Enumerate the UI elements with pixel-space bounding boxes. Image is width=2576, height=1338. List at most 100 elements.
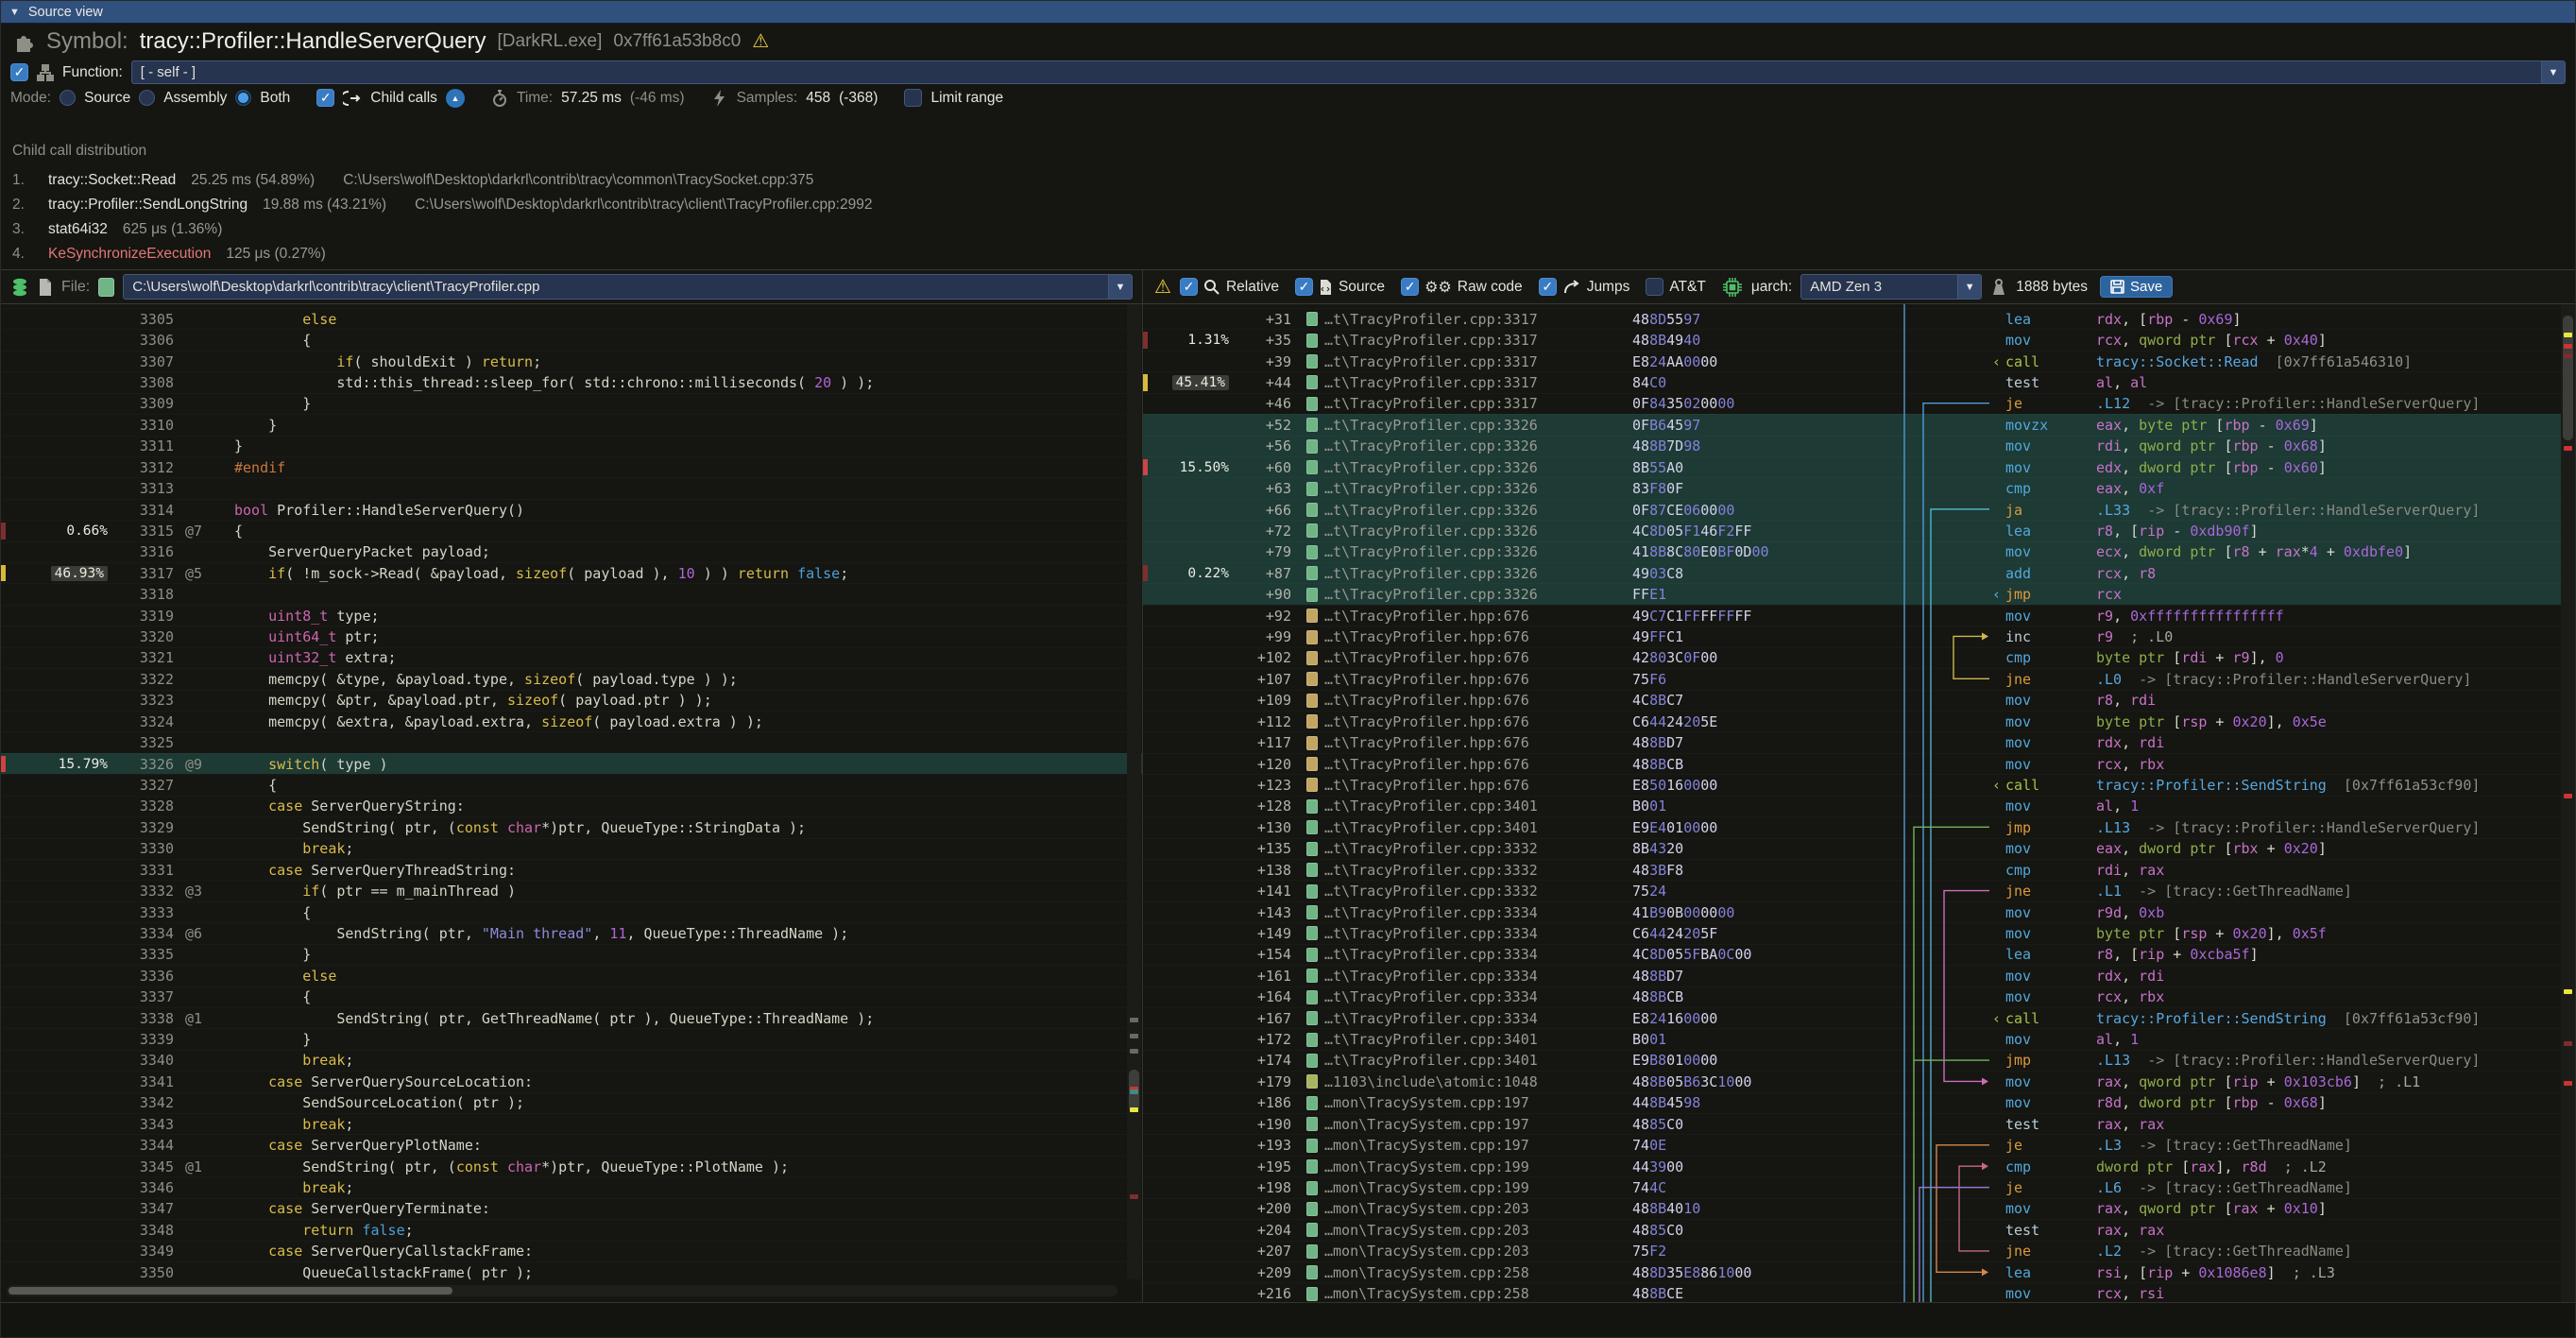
raw-code-label[interactable]: Raw code [1458, 279, 1523, 296]
asm-row[interactable]: +200…mon\TracySystem.cpp:203488B4010movr… [1143, 1198, 2575, 1219]
asm-file-ref[interactable]: …t\TracyProfiler.cpp:3317 [1291, 332, 1632, 349]
asm-file-ref[interactable]: …t\TracyProfiler.hpp:676 [1291, 608, 1632, 625]
source-line-row[interactable]: 3345@1 SendString( ptr, (const char*)ptr… [1, 1156, 1142, 1176]
asm-file-ref[interactable]: …mon\TracySystem.cpp:199 [1291, 1158, 1632, 1175]
database-icon[interactable] [10, 277, 29, 298]
source-line-row[interactable]: 3350 QueueCallstackFrame( ptr ); [1, 1261, 1142, 1282]
relative-checkbox[interactable]: ✓ [1180, 278, 1198, 296]
asm-file-ref[interactable]: …1103\include\atomic:1048 [1291, 1073, 1632, 1090]
source-line-row[interactable]: 3328 case ServerQueryString: [1, 796, 1142, 816]
radio-both[interactable] [235, 90, 251, 106]
source-line-row[interactable]: 3330 break; [1, 838, 1142, 859]
source-line-row[interactable]: 3310 } [1, 414, 1142, 435]
source-line-row[interactable]: 3305 else [1, 308, 1142, 329]
asm-row[interactable]: +135…t\TracyProfiler.cpp:33328B4320movea… [1143, 838, 2575, 859]
asm-row[interactable]: +52…t\TracyProfiler.cpp:33260FB64597movz… [1143, 414, 2575, 435]
source-line-row[interactable]: 3346 break; [1, 1176, 1142, 1197]
source-line-row[interactable]: 3322 memcpy( &type, &payload.type, sizeo… [1, 668, 1142, 689]
asm-file-ref[interactable]: …t\TracyProfiler.cpp:3332 [1291, 862, 1632, 879]
asm-row[interactable]: +117…t\TracyProfiler.hpp:676488BD7movrdx… [1143, 731, 2575, 752]
asm-row[interactable]: +141…t\TracyProfiler.cpp:33327524jne.L1 … [1143, 880, 2575, 901]
asm-file-ref[interactable]: …t\TracyProfiler.cpp:3334 [1291, 988, 1632, 1005]
collapse-up-button[interactable]: ▲ [446, 89, 465, 108]
chevron-down-icon[interactable]: ▼ [1108, 275, 1132, 299]
asm-row[interactable]: +174…t\TracyProfiler.cpp:3401E9B8010000j… [1143, 1050, 2575, 1071]
asm-row[interactable]: 15.50%+60…t\TracyProfiler.cpp:33268B55A0… [1143, 456, 2575, 477]
source-line-row[interactable]: 3339 } [1, 1028, 1142, 1049]
asm-row[interactable]: 1.31%+35…t\TracyProfiler.cpp:3317488B494… [1143, 329, 2575, 350]
asm-row[interactable]: +216…mon\TracySystem.cpp:258488BCEmovrcx… [1143, 1282, 2575, 1302]
source-line-row[interactable]: 3325 [1, 731, 1142, 752]
asm-file-ref[interactable]: …t\TracyProfiler.cpp:3332 [1291, 883, 1632, 900]
source-line-row[interactable]: 46.93%3317@5 if( !m_sock->Read( &payload… [1, 562, 1142, 583]
asm-row[interactable]: +39…t\TracyProfiler.cpp:3317E824AA0000‹c… [1143, 351, 2575, 371]
asm-file-ref[interactable]: …t\TracyProfiler.cpp:3401 [1291, 819, 1632, 836]
function-checkbox[interactable]: ✓ [10, 63, 28, 81]
asm-file-ref[interactable]: …t\TracyProfiler.cpp:3317 [1291, 395, 1632, 412]
asm-row[interactable]: +149…t\TracyProfiler.cpp:3334C64424205Fm… [1143, 922, 2575, 943]
asm-row[interactable]: +72…t\TracyProfiler.cpp:33264C8D05F146F2… [1143, 520, 2575, 540]
asm-file-ref[interactable]: …t\TracyProfiler.cpp:3334 [1291, 925, 1632, 942]
collapse-icon[interactable]: ▼ [9, 7, 20, 18]
source-line-row[interactable]: 3323 memcpy( &ptr, &payload.ptr, sizeof(… [1, 690, 1142, 711]
asm-file-ref[interactable]: …t\TracyProfiler.hpp:676 [1291, 628, 1632, 645]
source-line-row[interactable]: 3318 [1, 583, 1142, 604]
limit-range-label[interactable]: Limit range [930, 90, 1003, 107]
source-line-row[interactable]: 0.66%3315@7{ [1, 520, 1142, 540]
horizontal-scrollbar[interactable] [7, 1285, 1117, 1296]
asm-row[interactable]: +31…t\TracyProfiler.cpp:3317488D5597lear… [1143, 308, 2575, 329]
chevron-down-icon[interactable]: ▼ [1957, 275, 1981, 299]
source-line-row[interactable]: 3334@6 SendString( ptr, "Main thread", 1… [1, 922, 1142, 943]
source-line-row[interactable]: 3311} [1, 436, 1142, 456]
asm-file-ref[interactable]: …t\TracyProfiler.cpp:3401 [1291, 1031, 1632, 1048]
source-line-row[interactable]: 3327 { [1, 774, 1142, 795]
asm-file-ref[interactable]: …t\TracyProfiler.cpp:3326 [1291, 437, 1632, 455]
asm-file-ref[interactable]: …t\TracyProfiler.cpp:3334 [1291, 1010, 1632, 1027]
distribution-item[interactable]: 3.stat64i32625 μs (1.36%) [12, 217, 2564, 242]
source-line-row[interactable]: 3344 case ServerQueryPlotName: [1, 1134, 1142, 1155]
source-line-row[interactable]: 3348 return false; [1, 1219, 1142, 1240]
asm-row[interactable]: +143…t\TracyProfiler.cpp:333441B90B00000… [1143, 901, 2575, 922]
asm-row[interactable]: +190…mon\TracySystem.cpp:1974885C0testra… [1143, 1113, 2575, 1134]
asm-file-ref[interactable]: …t\TracyProfiler.cpp:3326 [1291, 565, 1632, 582]
relative-label[interactable]: Relative [1226, 279, 1279, 296]
radio-source-label[interactable]: Source [84, 90, 130, 107]
asm-file-ref[interactable]: …mon\TracySystem.cpp:197 [1291, 1137, 1632, 1154]
source-line-row[interactable]: 3337 { [1, 986, 1142, 1007]
asm-file-ref[interactable]: …t\TracyProfiler.hpp:676 [1291, 777, 1632, 794]
source-line-row[interactable]: 3314bool Profiler::HandleServerQuery() [1, 499, 1142, 520]
asm-row[interactable]: +66…t\TracyProfiler.cpp:33260F87CE060000… [1143, 499, 2575, 520]
asm-row[interactable]: +154…t\TracyProfiler.cpp:33344C8D055FBA0… [1143, 944, 2575, 965]
radio-both-label[interactable]: Both [260, 90, 290, 107]
asm-file-ref[interactable]: …t\TracyProfiler.cpp:3326 [1291, 502, 1632, 519]
asm-file-ref[interactable]: …mon\TracySystem.cpp:199 [1291, 1179, 1632, 1196]
asm-file-ref[interactable]: …t\TracyProfiler.cpp:3326 [1291, 586, 1632, 603]
asm-file-ref[interactable]: …mon\TracySystem.cpp:197 [1291, 1094, 1632, 1111]
asm-file-ref[interactable]: …t\TracyProfiler.cpp:3334 [1291, 968, 1632, 985]
asm-row[interactable]: +63…t\TracyProfiler.cpp:332683F80Fcmpeax… [1143, 477, 2575, 498]
source-line-row[interactable]: 3313 [1, 477, 1142, 498]
source-line-row[interactable]: 3319 uint8_t type; [1, 605, 1142, 626]
uarch-select[interactable]: AMD Zen 3 ▼ [1800, 274, 1982, 300]
asm-file-ref[interactable]: …t\TracyProfiler.cpp:3326 [1291, 459, 1632, 476]
att-checkbox[interactable] [1646, 278, 1663, 296]
source-line-row[interactable]: 3338@1 SendString( ptr, GetThreadName( p… [1, 1007, 1142, 1028]
asm-file-ref[interactable]: …t\TracyProfiler.cpp:3334 [1291, 946, 1632, 963]
asm-row[interactable]: 0.22%+87…t\TracyProfiler.cpp:33264903C8a… [1143, 562, 2575, 583]
source-checkbox[interactable]: ✓ [1295, 278, 1313, 296]
source-line-row[interactable]: 3335 } [1, 944, 1142, 965]
asm-row[interactable]: +56…t\TracyProfiler.cpp:3326488B7D98movr… [1143, 436, 2575, 456]
asm-file-ref[interactable]: …t\TracyProfiler.cpp:3334 [1291, 904, 1632, 921]
asm-file-ref[interactable]: …t\TracyProfiler.cpp:3326 [1291, 523, 1632, 540]
jumps-label[interactable]: Jumps [1587, 279, 1630, 296]
asm-row[interactable]: +193…mon\TracySystem.cpp:197740Eje.L3 ->… [1143, 1134, 2575, 1155]
source-line-row[interactable]: 3332@3 if( ptr == m_mainThread ) [1, 880, 1142, 901]
save-button[interactable]: Save [2100, 276, 2173, 298]
source-line-row[interactable]: 3316 ServerQueryPacket payload; [1, 541, 1142, 562]
asm-row[interactable]: +109…t\TracyProfiler.hpp:6764C8BC7movr8,… [1143, 690, 2575, 711]
asm-row[interactable]: +99…t\TracyProfiler.hpp:67649FFC1incr9 ;… [1143, 626, 2575, 646]
source-line-row[interactable]: 3331 case ServerQueryThreadString: [1, 859, 1142, 880]
radio-assembly-label[interactable]: Assembly [163, 90, 227, 107]
asm-file-ref[interactable]: …t\TracyProfiler.hpp:676 [1291, 734, 1632, 751]
limit-range-checkbox[interactable] [904, 89, 922, 107]
